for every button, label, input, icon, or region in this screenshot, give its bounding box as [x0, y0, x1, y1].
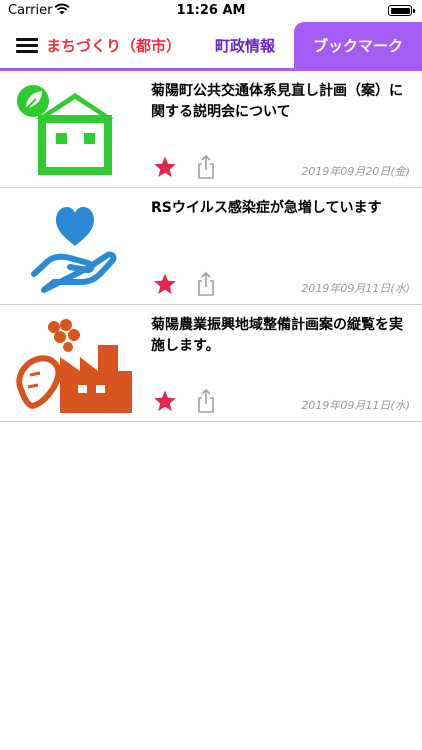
list-item[interactable]: RSウイルス感染症が急増しています 2019年09月11日(水) [0, 188, 422, 305]
article-title[interactable]: RSウイルス感染症が急増しています [151, 198, 413, 219]
list-item[interactable]: 菊陽町公共交通体系見直し計画（案）に関する説明会について 2019年09月20日… [0, 71, 422, 188]
article-date: 2019年09月11日(水) [301, 399, 410, 412]
eco-house-icon [17, 85, 114, 175]
article-title[interactable]: 菊陽町公共交通体系見直し計画（案）に関する説明会について [151, 81, 413, 123]
article-title[interactable]: 菊陽農業振興地域整備計画案の縦覧を実施します。 [151, 315, 413, 357]
star-icon[interactable] [153, 389, 177, 413]
share-icon[interactable] [196, 271, 216, 297]
share-icon[interactable] [196, 388, 216, 414]
bookmark-list: 菊陽町公共交通体系見直し計画（案）に関する説明会について 2019年09月20日… [0, 71, 422, 422]
list-item[interactable]: 菊陽農業振興地域整備計画案の縦覧を実施します。 2019年09月11日(水) [0, 305, 422, 422]
carrot-factory-icon [16, 319, 132, 413]
tab-town-administration[interactable]: 町政情報 [200, 22, 290, 68]
star-icon[interactable] [153, 155, 177, 179]
heart-in-hand-icon [31, 207, 117, 293]
hamburger-menu-icon[interactable] [16, 38, 38, 54]
star-icon[interactable] [153, 272, 177, 296]
tab-town-planning[interactable]: まちづくり（都市） [46, 22, 181, 68]
share-icon[interactable] [196, 154, 216, 180]
clock: 11:26 AM [176, 3, 246, 18]
top-navigation: まちづくり（都市） 町政情報 ブックマーク [0, 22, 422, 68]
article-date: 2019年09月20日(金) [301, 165, 410, 178]
tab-bookmark[interactable]: ブックマーク [294, 22, 422, 68]
status-bar: Carrier 11:26 AM [0, 0, 422, 22]
battery-icon [388, 5, 415, 16]
article-date: 2019年09月11日(水) [301, 282, 410, 295]
